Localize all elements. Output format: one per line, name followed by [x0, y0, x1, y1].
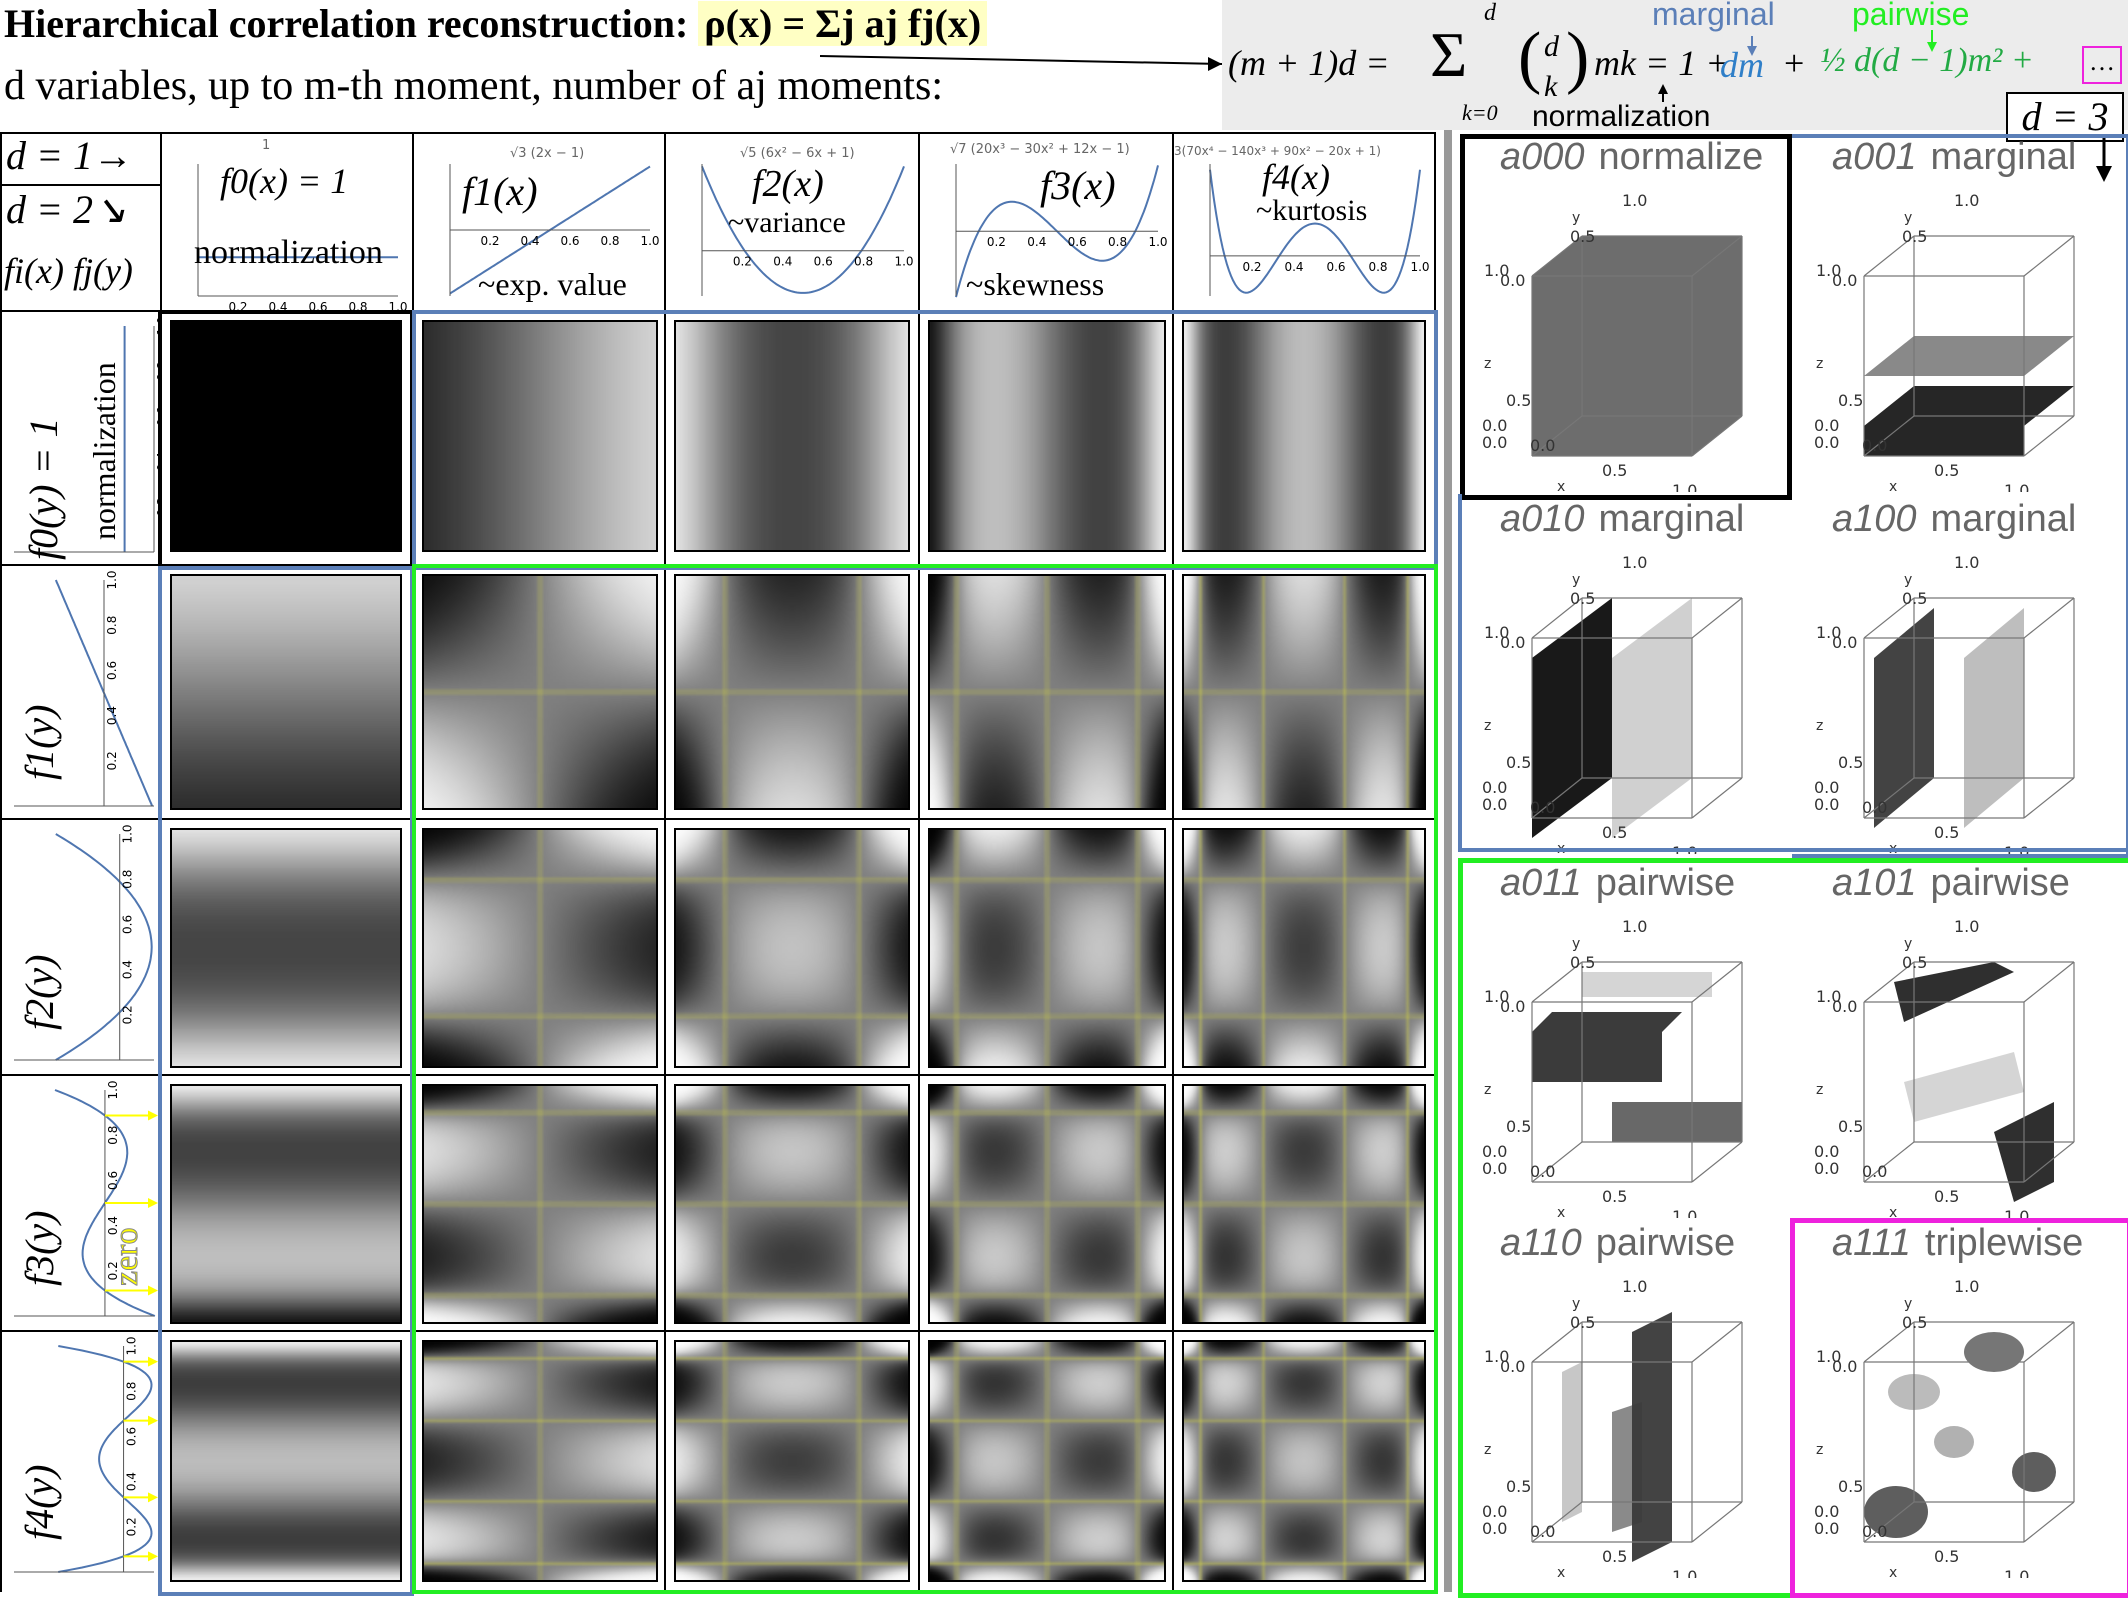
arrow-head-icon: [148, 1285, 158, 1296]
tick-label: 0.2: [1242, 260, 1261, 274]
plot-note-f4: ~kurtosis: [1256, 194, 1368, 227]
plot-note-f0: normalization: [194, 234, 383, 271]
plot-name-f0y: f0(y) = 1: [21, 417, 66, 561]
arrow-head-icon: [1208, 57, 1222, 71]
frame-pairwise: [412, 564, 1438, 1594]
plot-name-f2y: f2(y): [17, 954, 62, 1030]
tick-label: 0.8: [600, 234, 619, 248]
plot-note-f2: ~variance: [728, 206, 846, 239]
plot-name-f3y: f3(y): [17, 1210, 62, 1286]
plot-name-f2: f2(x): [752, 163, 824, 205]
tick-label: 0.6: [308, 300, 327, 310]
corner-d1: d = 1→: [6, 133, 133, 178]
tick-label: 1.0: [106, 1080, 120, 1099]
arrow-head-icon: [1658, 84, 1668, 94]
tick-label: 0.2: [480, 234, 499, 248]
tick-label: 0.4: [105, 706, 119, 725]
frame-normalization: [158, 310, 414, 570]
tick-label: 0.8: [1368, 260, 1387, 274]
tick-label: 1.0: [1410, 260, 1429, 274]
tick-label: 0.8: [348, 300, 367, 310]
tick-label: 0.6: [560, 234, 579, 248]
arrow-head-icon: [148, 1110, 158, 1121]
panel-separator: [1444, 130, 1452, 1592]
tick-label: 0.6: [1068, 235, 1087, 249]
tick-label: 0.6: [814, 255, 833, 269]
tick-label: 1.0: [388, 300, 407, 310]
arrow-subtitle-to-formula: [819, 55, 1223, 65]
plot-title-f1: √3 (2x − 1): [510, 146, 585, 161]
tick-label: 0.4: [773, 255, 792, 269]
tick-label: 1.0: [894, 255, 913, 269]
tick-label: 0.4: [268, 300, 287, 310]
plot-name-f0: f0(x) = 1: [220, 161, 349, 201]
arrow-head-icon: [148, 1492, 158, 1503]
tick-label: 0.8: [105, 616, 119, 635]
tick-label: 0.2: [987, 235, 1006, 249]
plot-name-f4y: f4(y): [17, 1464, 62, 1540]
plot-name-f1y: f1(y): [17, 704, 62, 780]
tick-label: 0.4: [520, 234, 539, 248]
tick-label: 0.2: [228, 300, 247, 310]
tick-label: 0.8: [1108, 235, 1127, 249]
frame-marginal-y: [158, 566, 414, 1596]
tick-label: 0.6: [1326, 260, 1345, 274]
tick-label: 0.2: [125, 1517, 139, 1536]
tick-label: 1.0: [105, 570, 119, 589]
tick-label: 0.4: [125, 1472, 139, 1491]
corner-fifj: fi(x) fj(y): [4, 251, 133, 291]
plot-note-f1: ~exp. value: [478, 266, 627, 302]
tick-label: 0.8: [106, 1126, 120, 1145]
tick-label: 0.8: [854, 255, 873, 269]
tick-label: 0.4: [1284, 260, 1303, 274]
plot-name-f4: f4(x): [1262, 157, 1330, 197]
tick-label: 0.4: [1027, 235, 1046, 249]
tick-label: 0.8: [125, 1382, 139, 1401]
plot-name-f1: f1(x): [462, 169, 538, 214]
arrow-head-icon: [148, 1198, 158, 1208]
tick-label: 0.2: [733, 255, 752, 269]
frame-cube-normalize: [1460, 134, 1792, 500]
curve-f4y: [58, 1345, 153, 1573]
tick-label: 1.0: [1148, 235, 1167, 249]
arrow-head-icon: [148, 1551, 158, 1562]
corner-d2: d = 2↘: [6, 187, 127, 232]
tick-label: 0.4: [121, 960, 135, 979]
plot-title-f2: √5 (6x² − 6x + 1): [740, 146, 855, 161]
frame-marginal-x: [412, 310, 1438, 570]
arrow-head-icon: [148, 1356, 158, 1367]
frame-cube-triplewise: [1790, 1218, 2128, 1598]
plot-name-f3: f3(x): [1040, 163, 1116, 208]
arrow-head-icon: [1927, 42, 1937, 52]
plot-title-f3: √7 (20x³ − 30x² + 12x − 1): [950, 142, 1130, 157]
plot-note-f0y: normalization: [86, 362, 122, 540]
curve-f2y: [55, 833, 153, 1061]
tick-label: 0.8: [121, 870, 135, 889]
frame-cube-marginal: [1458, 494, 2128, 852]
arrow-head-icon: [148, 1415, 158, 1426]
tick-label: 1.0: [121, 824, 135, 843]
tick-label: 1.0: [640, 234, 659, 248]
plot-note-zero: zero: [108, 1227, 146, 1287]
tick-label: 0.6: [105, 661, 119, 680]
tick-label: 0.6: [106, 1171, 120, 1190]
tick-label: 0.6: [121, 915, 135, 934]
arrow-head-icon: [1747, 46, 1757, 56]
tick-label: 0.6: [125, 1427, 139, 1446]
plot-title-f0: 1: [262, 138, 271, 153]
tick-label: 0.2: [105, 751, 119, 770]
tick-label: 0.2: [121, 1005, 135, 1024]
plot-note-f3: ~skewness: [966, 266, 1105, 302]
tick-label: 1.0: [125, 1336, 139, 1355]
